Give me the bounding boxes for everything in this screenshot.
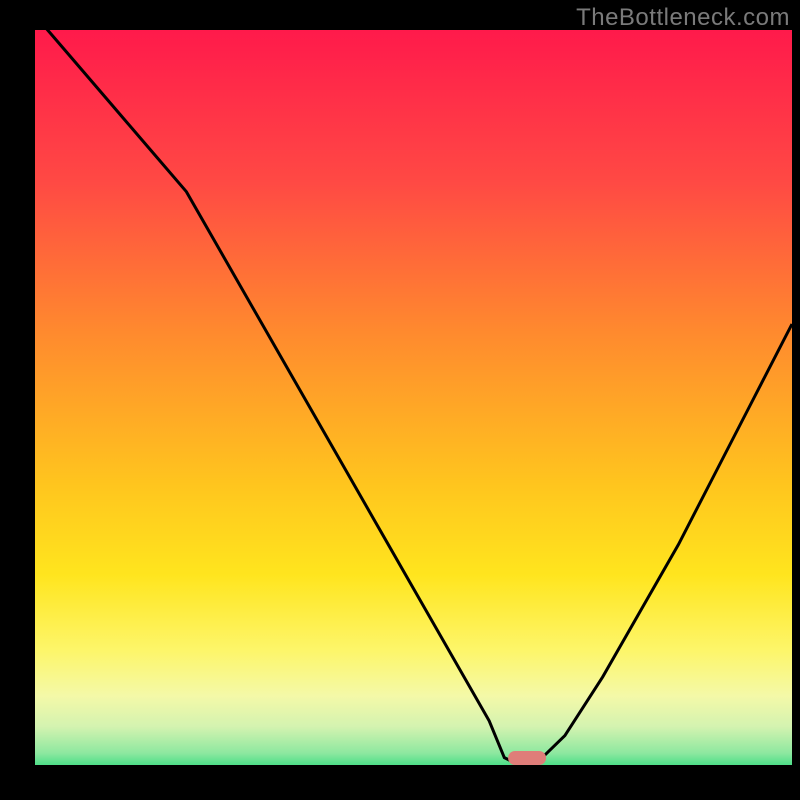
bottleneck-curve <box>35 30 792 765</box>
watermark-text: TheBottleneck.com <box>576 4 790 32</box>
optimal-marker <box>508 751 546 765</box>
chart-frame: TheBottleneck.com <box>0 0 800 800</box>
plot-area <box>35 30 792 765</box>
